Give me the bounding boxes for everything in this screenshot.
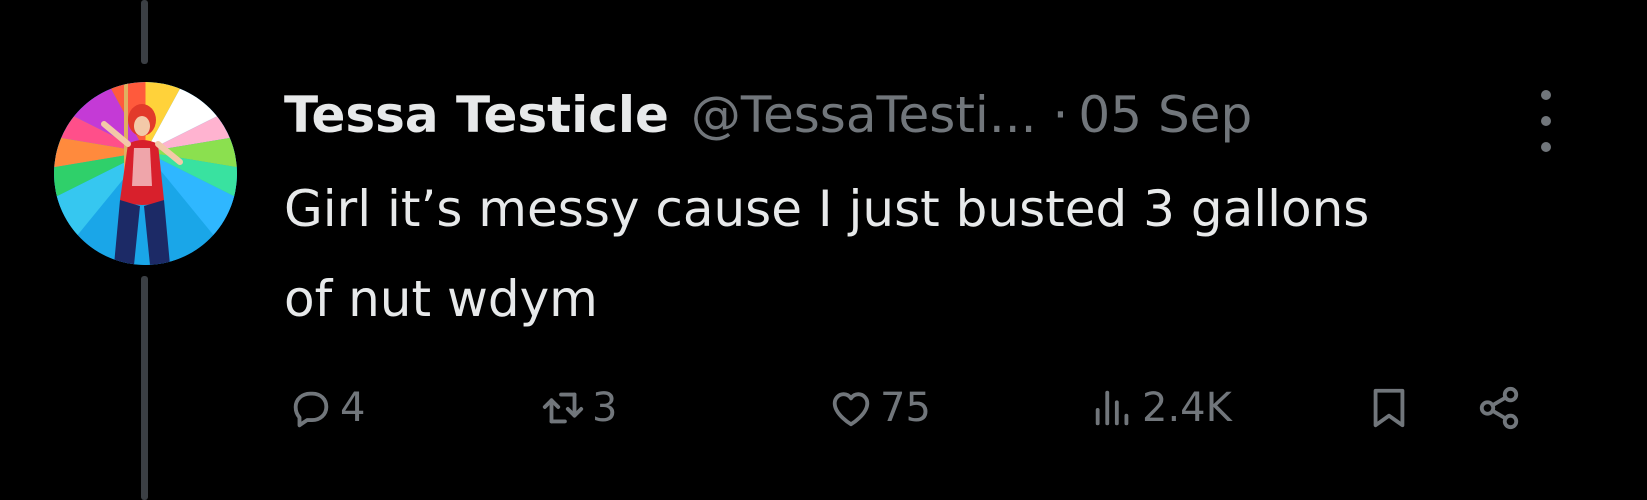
reply-button[interactable]: 4 xyxy=(288,378,365,438)
like-count: 75 xyxy=(880,385,931,431)
bookmark-button[interactable] xyxy=(1366,378,1412,438)
tweet-text: Girl it’s messy cause I just busted 3 ga… xyxy=(284,180,1370,328)
display-name[interactable]: Tessa Testicle xyxy=(284,86,669,144)
reply-count: 4 xyxy=(340,385,366,431)
views-icon xyxy=(1095,390,1129,426)
bookmark-icon xyxy=(1373,388,1405,428)
tweet-date[interactable]: 05 Sep xyxy=(1078,86,1252,144)
retweet-count: 3 xyxy=(592,385,618,431)
avatar-image xyxy=(54,82,237,265)
like-button[interactable]: 75 xyxy=(828,378,931,438)
retweet-icon xyxy=(542,392,584,424)
reply-icon xyxy=(293,391,329,428)
thread-line-top xyxy=(141,0,148,64)
header-separator: · xyxy=(1052,86,1069,144)
views-button[interactable]: 2.4K xyxy=(1090,378,1232,438)
heart-icon xyxy=(832,392,870,427)
more-vertical-icon[interactable] xyxy=(1531,86,1561,156)
tweet-header: Tessa Testicle @TessaTesti... · 05 Sep xyxy=(284,80,1252,150)
thread-line-bottom xyxy=(141,276,148,500)
retweet-button[interactable]: 3 xyxy=(540,378,617,438)
views-count: 2.4K xyxy=(1142,385,1232,431)
share-icon xyxy=(1479,386,1519,430)
avatar[interactable] xyxy=(54,82,237,265)
user-handle[interactable]: @TessaTesti... xyxy=(691,86,1037,144)
share-button[interactable] xyxy=(1476,378,1522,438)
